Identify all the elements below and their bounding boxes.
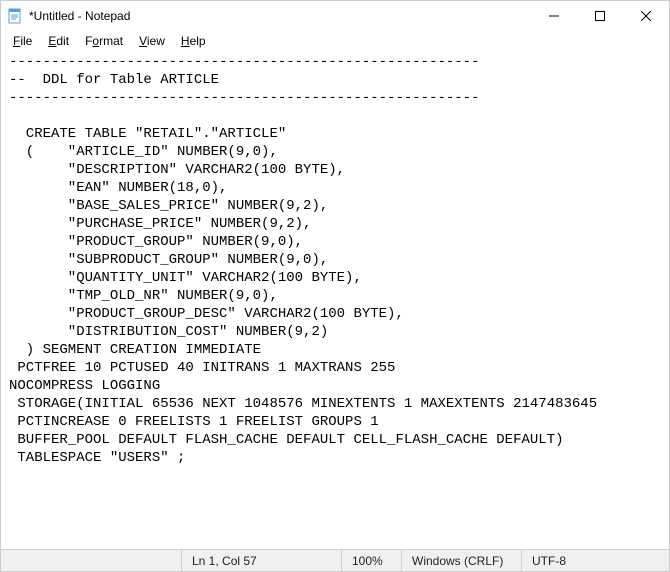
menu-help[interactable]: Help (173, 32, 214, 50)
window-controls (531, 1, 669, 31)
minimize-button[interactable] (531, 1, 577, 31)
status-line-ending: Windows (CRLF) (401, 550, 521, 571)
status-position: Ln 1, Col 57 (181, 550, 341, 571)
text-editor[interactable]: ----------------------------------------… (1, 51, 669, 549)
window-title: *Untitled - Notepad (29, 9, 531, 23)
statusbar: Ln 1, Col 57 100% Windows (CRLF) UTF-8 (1, 549, 669, 571)
titlebar: *Untitled - Notepad (1, 1, 669, 31)
notepad-icon (7, 8, 23, 24)
maximize-button[interactable] (577, 1, 623, 31)
menu-view[interactable]: View (131, 32, 173, 50)
menubar: File Edit Format View Help (1, 31, 669, 51)
status-empty (1, 550, 181, 571)
menu-format[interactable]: Format (77, 32, 131, 50)
menu-edit[interactable]: Edit (40, 32, 77, 50)
menu-file[interactable]: File (5, 32, 40, 50)
close-button[interactable] (623, 1, 669, 31)
status-encoding: UTF-8 (521, 550, 669, 571)
status-zoom: 100% (341, 550, 401, 571)
